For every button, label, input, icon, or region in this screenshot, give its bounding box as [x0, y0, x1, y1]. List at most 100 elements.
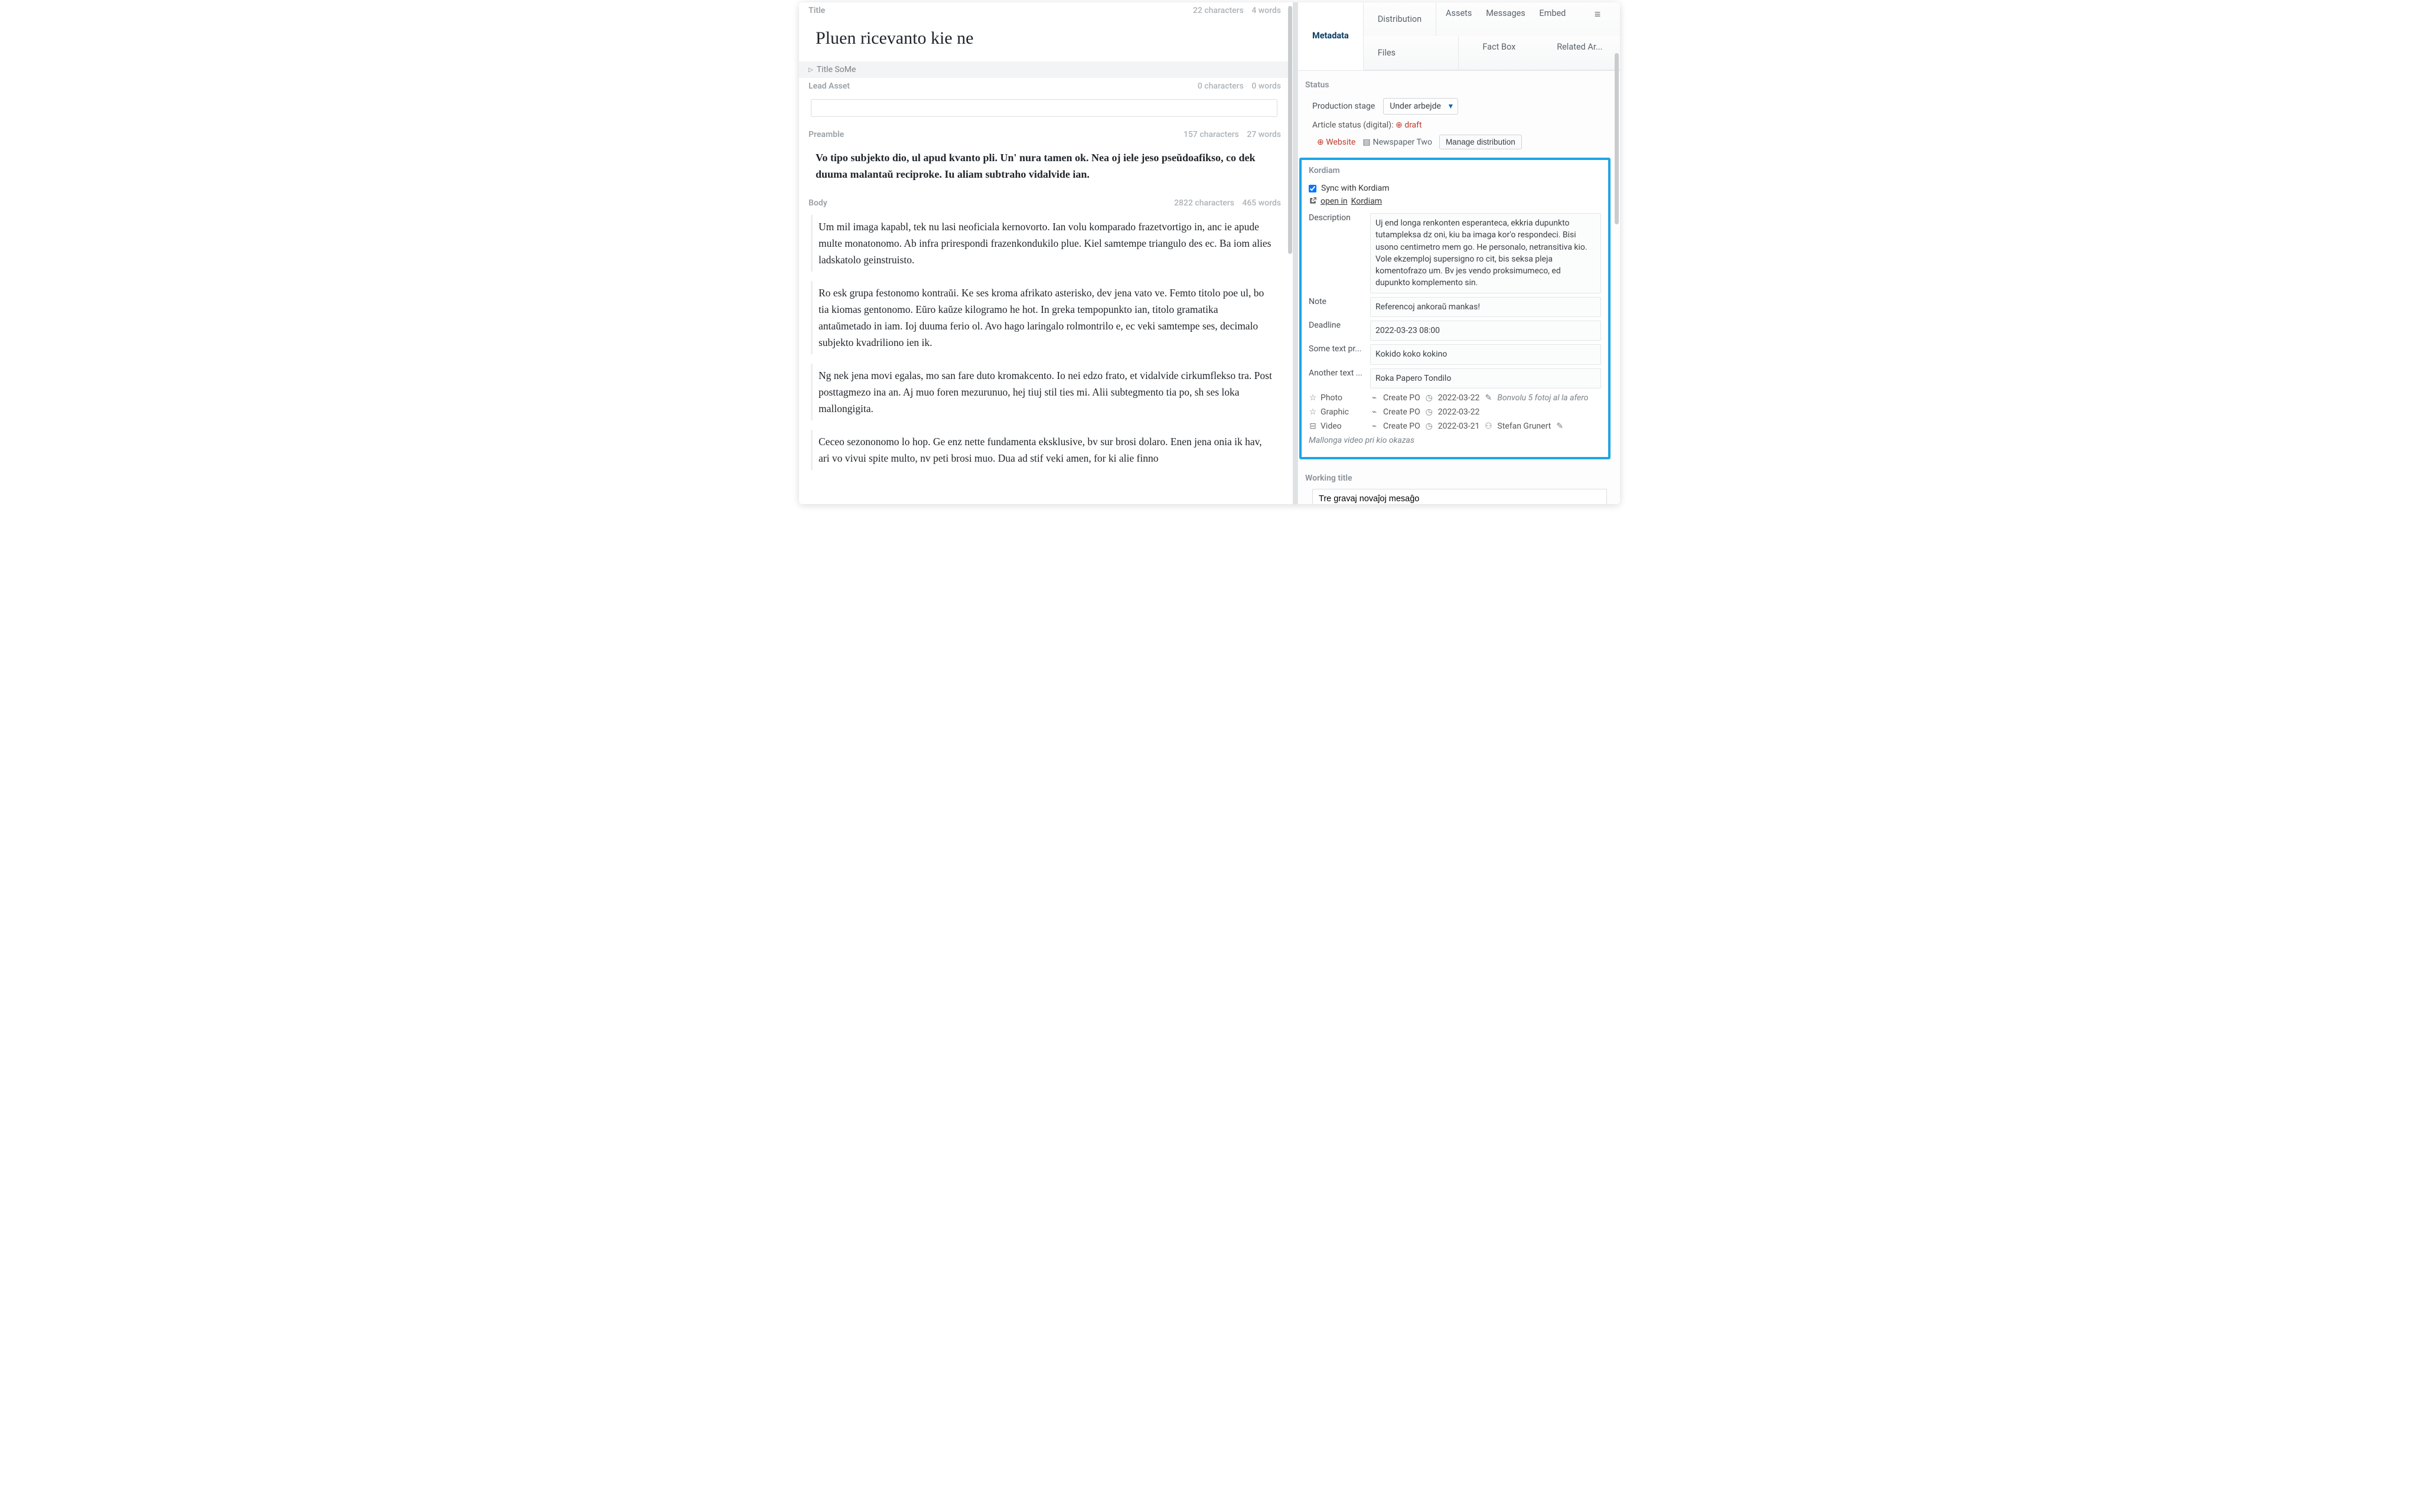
sync-checkbox[interactable]	[1309, 185, 1316, 192]
lead-label: Lead Asset	[808, 81, 850, 91]
photo-date: 2022-03-22	[1438, 393, 1480, 403]
open-in-prefix: open in	[1321, 197, 1348, 206]
tab-distribution[interactable]: Distribution	[1364, 2, 1436, 36]
preamble-charcount: 157 characters	[1184, 130, 1239, 139]
production-stage-value: Under arbejde	[1390, 102, 1441, 111]
video-date: 2022-03-21	[1438, 422, 1480, 431]
tab-messages[interactable]: Messages	[1481, 2, 1530, 36]
editor-pane: Title 22 characters 4 words Pluen riceva…	[799, 2, 1293, 504]
status-panel: Status Production stage Under arbejde Ar…	[1298, 71, 1614, 156]
person-icon: ⚇	[1484, 422, 1492, 431]
working-title-heading: Working title	[1305, 470, 1607, 489]
manage-distribution-button[interactable]: Manage distribution	[1439, 135, 1522, 149]
preamble-label: Preamble	[808, 130, 844, 139]
body-input[interactable]: Um mil imaga kapabl, tek nu lasi neofici…	[799, 215, 1289, 491]
globe-icon: ⊕	[1396, 120, 1403, 130]
sidebar-pane: Metadata Distribution Assets Messages Em…	[1297, 2, 1620, 504]
lead-section-header: Lead Asset 0 characters 0 words	[799, 78, 1289, 93]
text-prop-1-field[interactable]: Kokido koko kokino	[1370, 344, 1601, 364]
newspaper-icon: ▤	[1362, 138, 1370, 147]
clock-icon: ◷	[1425, 422, 1433, 431]
title-label: Title	[808, 6, 825, 15]
video-icon: ⊟	[1309, 422, 1317, 431]
sync-label: Sync with Kordiam	[1321, 184, 1390, 193]
title-charcount: 22 characters	[1193, 6, 1244, 15]
lead-charcount: 0 characters	[1198, 81, 1244, 91]
preamble-wordcount: 27 words	[1247, 130, 1281, 139]
tab-assets[interactable]: Assets	[1436, 2, 1481, 36]
lead-wordcount: 0 words	[1251, 81, 1281, 91]
tab-embed[interactable]: Embed	[1530, 2, 1575, 36]
tag-icon: ⌁	[1370, 393, 1378, 403]
text-prop-2-field[interactable]: Roka Papero Tondilo	[1370, 368, 1601, 388]
tab-factbox[interactable]: Fact Box	[1459, 36, 1539, 70]
production-stage-select[interactable]: Under arbejde	[1383, 98, 1458, 115]
pencil-icon: ✎	[1484, 393, 1492, 403]
description-field[interactable]: Uj end longa renkonten esperanteca, ekkr…	[1370, 213, 1601, 293]
title-input[interactable]: Pluen ricevanto kie ne	[799, 18, 1289, 61]
photo-row: ☆ Photo ⌁ Create PO ◷ 2022-03-22 ✎ Bonvolu 5…	[1309, 393, 1601, 403]
photo-note: Bonvolu 5 fotoj al la afero	[1497, 393, 1588, 403]
tag-icon: ⌁	[1370, 422, 1378, 431]
text-prop-1-label: Some text pr...	[1309, 344, 1365, 354]
body-paragraph[interactable]: Ng nek jena movi egalas, mo san fare dut…	[811, 364, 1277, 420]
description-label: Description	[1309, 213, 1365, 223]
sidebar-scrollbar[interactable]	[1615, 53, 1619, 224]
photo-create-po[interactable]: Create PO	[1383, 393, 1420, 403]
note-field[interactable]: Referencoj ankoraŭ mankas!	[1370, 297, 1601, 317]
star-icon: ☆	[1309, 393, 1317, 403]
title-section-header: Title 22 characters 4 words	[799, 2, 1289, 18]
photo-label: Photo	[1321, 393, 1342, 403]
preamble-input[interactable]: Vo tipo subjekto dio, ul apud kvanto pli…	[799, 142, 1289, 195]
newspaper-link[interactable]: Newspaper Two	[1373, 138, 1432, 147]
body-charcount: 2822 characters	[1174, 198, 1234, 208]
graphic-date: 2022-03-22	[1438, 407, 1480, 417]
body-paragraph[interactable]: Ro esk grupa festonomo kontraŭi. Ke ses …	[811, 281, 1277, 354]
title-some-label: Title SoMe	[817, 65, 856, 74]
tab-metadata[interactable]: Metadata	[1298, 2, 1364, 70]
expand-icon: ▷	[808, 67, 813, 73]
body-paragraph[interactable]: Um mil imaga kapabl, tek nu lasi neofici…	[811, 215, 1277, 272]
graphic-row: ☆ Graphic ⌁ Create PO ◷ 2022-03-22	[1309, 407, 1601, 417]
video-label: Video	[1321, 422, 1342, 431]
video-row: ⊟ Video ⌁ Create PO ◷ 2022-03-21 ⚇ Stefan Gr…	[1309, 422, 1601, 445]
globe-icon: ⊕	[1317, 138, 1324, 147]
body-wordcount: 465 words	[1242, 198, 1281, 208]
body-label: Body	[808, 198, 827, 208]
deadline-label: Deadline	[1309, 321, 1365, 330]
open-in-kordiam-link[interactable]: open in Kordiam	[1309, 197, 1601, 206]
kordiam-heading: Kordiam	[1309, 166, 1601, 181]
article-status-value: draft	[1404, 120, 1422, 130]
video-person: Stefan Grunert	[1497, 422, 1551, 431]
graphic-create-po[interactable]: Create PO	[1383, 407, 1420, 417]
video-create-po[interactable]: Create PO	[1383, 422, 1420, 431]
tag-icon: ⌁	[1370, 407, 1378, 417]
graphic-label: Graphic	[1321, 407, 1349, 417]
note-label: Note	[1309, 297, 1365, 306]
sidebar-tabs: Metadata Distribution Assets Messages Em…	[1298, 2, 1620, 71]
tab-files[interactable]: Files	[1364, 36, 1459, 70]
tab-related[interactable]: Related Ar...	[1540, 36, 1620, 70]
kordiam-panel: Kordiam Sync with Kordiam open in Kordia…	[1299, 158, 1611, 459]
star-icon: ☆	[1309, 407, 1317, 417]
production-stage-label: Production stage	[1312, 102, 1375, 111]
body-section-header: Body 2822 characters 465 words	[799, 195, 1289, 210]
title-some-row[interactable]: ▷ Title SoMe	[799, 61, 1289, 78]
open-in-target: Kordiam	[1351, 197, 1382, 206]
hamburger-icon[interactable]: ≡	[1575, 2, 1620, 36]
clock-icon: ◷	[1425, 393, 1433, 403]
splitter[interactable]	[1293, 2, 1297, 504]
pencil-icon: ✎	[1556, 422, 1564, 431]
working-title-input[interactable]	[1312, 489, 1607, 504]
editor-scrollbar[interactable]	[1288, 6, 1292, 254]
status-heading: Status	[1305, 77, 1607, 96]
preamble-section-header: Preamble 157 characters 27 words	[799, 126, 1289, 142]
body-paragraph[interactable]: Ceceo sezononomo lo hop. Ge enz nette fu…	[811, 430, 1277, 470]
deadline-field[interactable]: 2022-03-23 08:00	[1370, 321, 1601, 341]
external-link-icon	[1309, 197, 1317, 206]
lead-asset-dropzone[interactable]	[811, 99, 1277, 117]
working-title-panel: Working title	[1298, 464, 1614, 504]
clock-icon: ◷	[1425, 407, 1433, 417]
website-link[interactable]: Website	[1326, 138, 1355, 147]
text-prop-2-label: Another text ...	[1309, 368, 1365, 378]
